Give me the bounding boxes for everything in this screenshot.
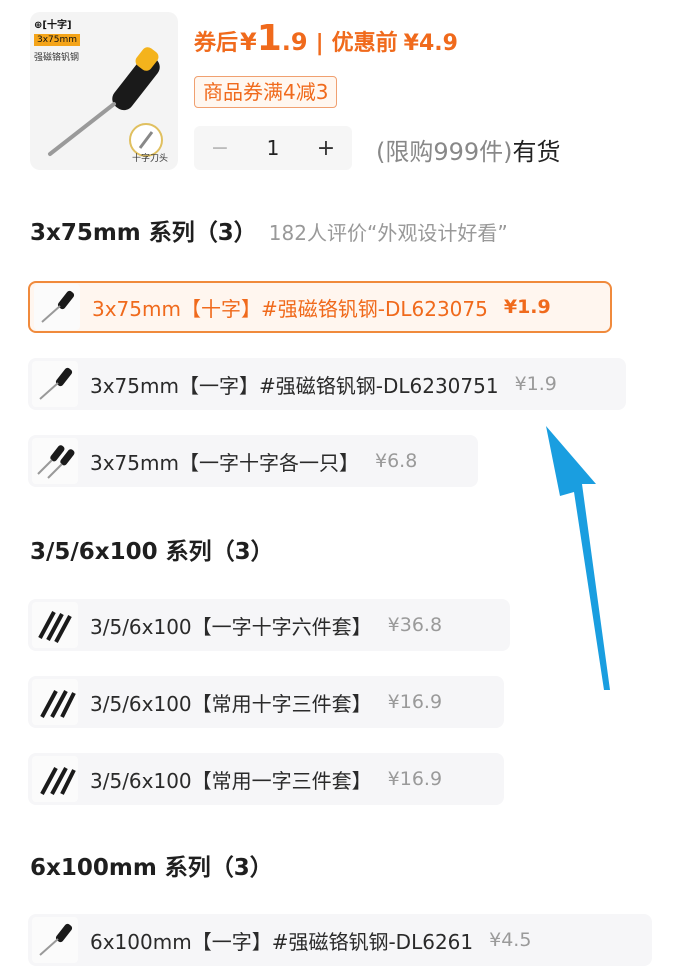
- annotation-arrow-icon: [546, 426, 610, 690]
